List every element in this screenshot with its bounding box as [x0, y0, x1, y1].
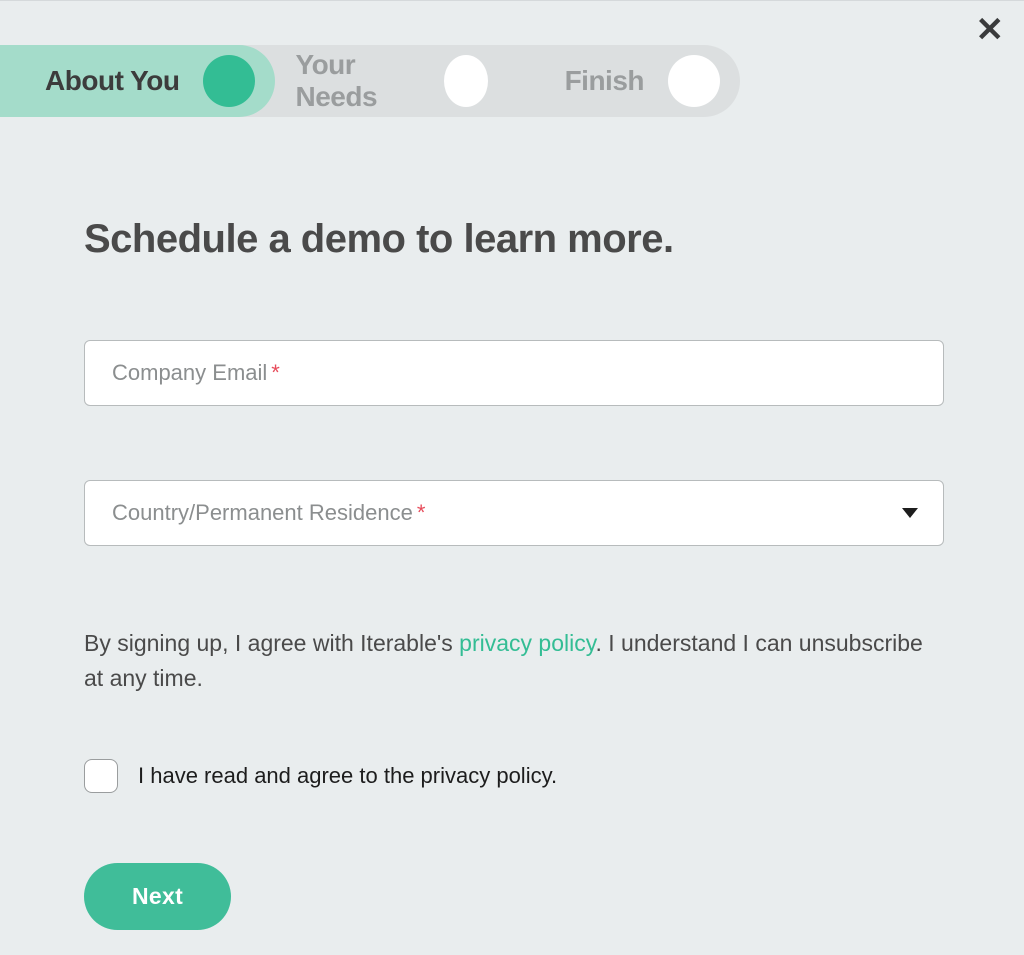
step-circle-icon	[203, 55, 255, 107]
next-button[interactable]: Next	[84, 863, 231, 930]
step-label: Your Needs	[295, 49, 420, 113]
privacy-checkbox[interactable]	[84, 759, 118, 793]
form-container: Schedule a demo to learn more. Company E…	[0, 117, 1024, 930]
progress-stepper: About You Your Needs Finish	[0, 45, 740, 117]
page-title: Schedule a demo to learn more.	[84, 217, 944, 262]
checkbox-label: I have read and agree to the privacy pol…	[138, 763, 557, 789]
company-email-input[interactable]	[84, 340, 944, 406]
email-field-wrapper: Company Email*	[84, 340, 944, 406]
step-circle-icon	[444, 55, 488, 107]
consent-checkbox-row: I have read and agree to the privacy pol…	[84, 759, 944, 793]
step-your-needs: Your Needs	[239, 45, 507, 117]
step-finish: Finish	[472, 45, 740, 117]
step-label: Finish	[565, 65, 644, 97]
privacy-policy-link[interactable]: privacy policy	[459, 630, 595, 656]
consent-text: By signing up, I agree with Iterable's p…	[84, 626, 944, 695]
country-field-wrapper: Country/Permanent Residence*	[84, 480, 944, 546]
step-about-you[interactable]: About You	[0, 45, 275, 117]
step-circle-icon	[668, 55, 720, 107]
country-select[interactable]	[84, 480, 944, 546]
step-label: About You	[45, 65, 179, 97]
close-icon[interactable]: ✕	[976, 13, 1005, 47]
